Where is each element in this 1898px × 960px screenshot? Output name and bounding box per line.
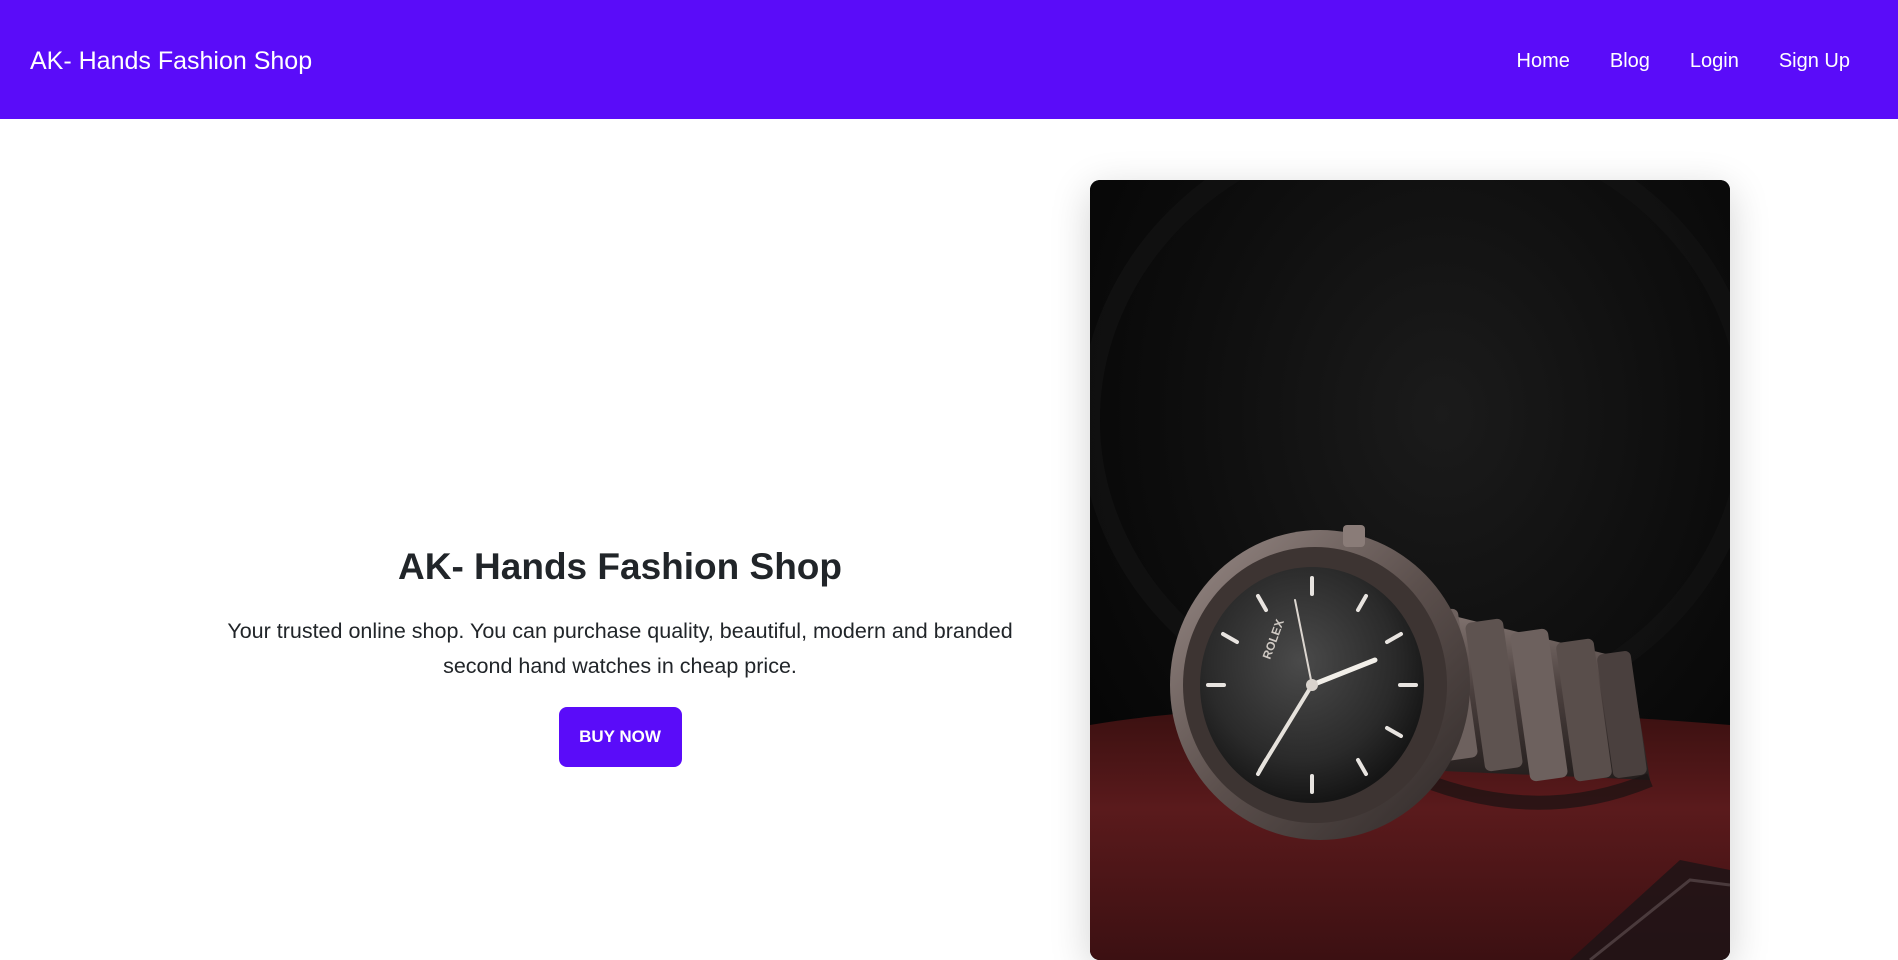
nav-link-home[interactable]: Home [1517,47,1570,75]
product-image-card: ROLEX [1090,180,1730,960]
hero-section: AK- Hands Fashion Shop Your trusted onli… [190,540,1050,767]
nav-link-login[interactable]: Login [1690,47,1739,75]
nav-link-sign-up[interactable]: Sign Up [1779,47,1850,75]
top-navbar: AK- Hands Fashion Shop Home Blog Login S… [0,0,1898,119]
buy-now-button[interactable]: BUY NOW [558,707,682,767]
watch-image: ROLEX [1090,180,1730,960]
nav-links: Home Blog Login Sign Up [1517,47,1850,75]
hero-title: AK- Hands Fashion Shop [398,546,842,587]
brand-logo-text[interactable]: AK- Hands Fashion Shop [30,46,312,76]
nav-link-blog[interactable]: Blog [1610,47,1650,75]
hero-description: Your trusted online shop. You can purcha… [227,619,1013,678]
